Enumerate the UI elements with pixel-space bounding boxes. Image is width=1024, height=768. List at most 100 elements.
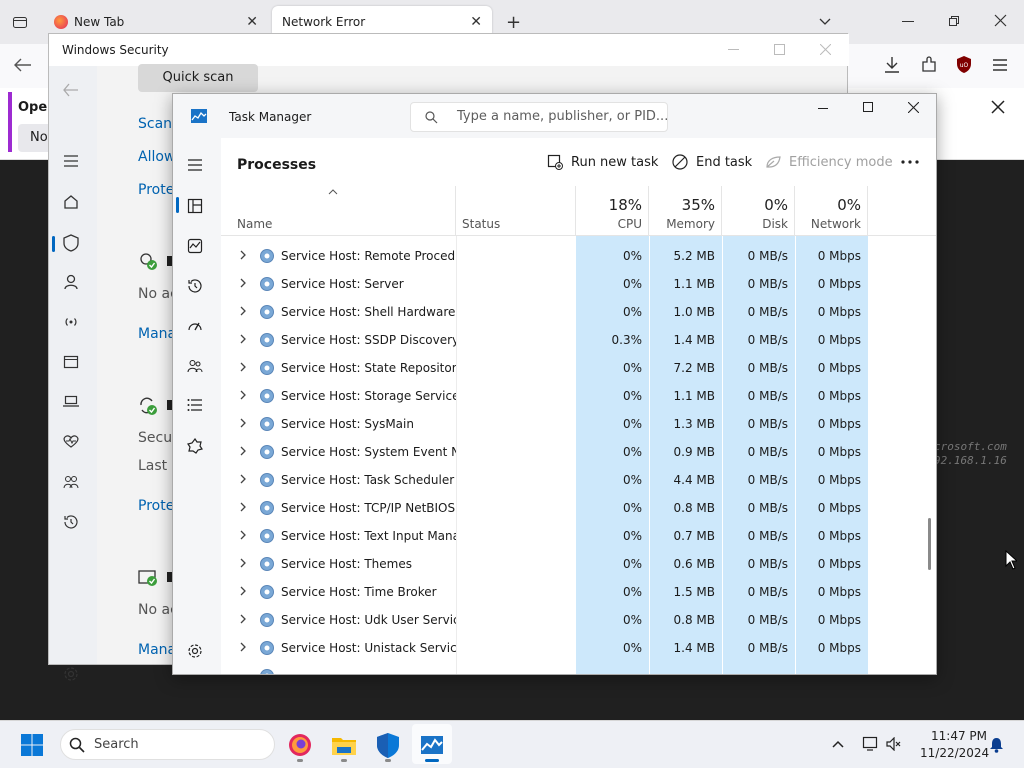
expand-chevron-icon[interactable] (239, 557, 249, 571)
table-row[interactable]: Service Host: Time Broker 0% 1.5 MB 0 MB/s 0… (221, 578, 936, 606)
windows-security-taskbar-icon[interactable] (372, 729, 404, 762)
column-memory[interactable]: 35% Memory (649, 186, 722, 236)
startup-apps-icon[interactable] (187, 318, 207, 338)
table-row[interactable]: Service Host: SSDP Discovery 0.3% 1.4 MB 0 … (221, 326, 936, 354)
column-disk[interactable]: 0% Disk (722, 186, 795, 236)
table-row[interactable] (221, 662, 936, 674)
expand-chevron-icon[interactable] (239, 389, 249, 403)
efficiency-mode-button[interactable]: Efficiency mode (765, 138, 893, 186)
table-row[interactable]: Service Host: Themes 0% 0.6 MB 0 MB/s 0 Mbps (221, 550, 936, 578)
settings-icon[interactable] (63, 666, 83, 686)
column-network[interactable]: 0% Network (795, 186, 868, 236)
clock-time[interactable]: 11:47 PM (931, 729, 987, 743)
expand-chevron-icon[interactable] (239, 417, 249, 431)
tab-list-icon[interactable] (12, 14, 28, 30)
table-row[interactable]: Service Host: Task Scheduler 0% 4.4 MB 0 MB… (221, 466, 936, 494)
manage-ransomware-link[interactable]: Mana (138, 642, 172, 658)
table-row[interactable]: Service Host: TCP/IP NetBIOS ... 0% 0.8 MB… (221, 494, 936, 522)
ublock-icon[interactable]: uO (956, 55, 972, 74)
table-row[interactable]: Service Host: Shell Hardware ... 0% 1.0 MB… (221, 298, 936, 326)
file-explorer-icon[interactable] (328, 729, 360, 762)
end-task-button[interactable]: End task (672, 138, 752, 186)
maximize-icon[interactable] (863, 102, 873, 112)
expand-chevron-icon[interactable] (239, 305, 249, 319)
details-icon[interactable] (187, 398, 207, 418)
close-notification-icon[interactable] (991, 100, 1005, 114)
allowed-threats-link[interactable]: Allow (138, 149, 172, 165)
performance-icon[interactable] (187, 238, 207, 258)
notification-bell-icon[interactable] (989, 737, 1004, 753)
extensions-icon[interactable] (920, 56, 938, 74)
new-tab-icon[interactable]: + (506, 12, 521, 33)
column-status[interactable]: Status (456, 186, 576, 236)
expand-chevron-icon[interactable] (239, 249, 249, 263)
menu-icon[interactable] (63, 154, 83, 174)
close-icon[interactable] (820, 44, 831, 55)
task-manager-taskbar-icon[interactable] (416, 729, 448, 762)
expand-chevron-icon[interactable] (239, 361, 249, 375)
processes-icon[interactable] (187, 198, 207, 218)
expand-chevron-icon[interactable] (239, 641, 249, 655)
home-icon[interactable] (63, 194, 83, 214)
table-row[interactable]: Service Host: Storage Service 0% 1.1 MB 0 M… (221, 382, 936, 410)
chevron-down-icon[interactable] (818, 14, 832, 28)
maximize-icon[interactable] (774, 44, 785, 55)
table-row[interactable]: Service Host: Udk User Service... 0% 0.8 M… (221, 606, 936, 634)
firefox-icon[interactable] (284, 729, 316, 762)
minimize-icon[interactable] (902, 21, 914, 22)
protection-history-link[interactable]: Prote (138, 182, 172, 198)
display-icon[interactable] (862, 736, 880, 752)
expand-chevron-icon[interactable] (239, 333, 249, 347)
volume-muted-icon[interactable] (886, 737, 902, 751)
menu-icon[interactable] (992, 58, 1008, 72)
expand-chevron-icon[interactable] (239, 277, 249, 291)
minimize-icon[interactable] (818, 108, 828, 109)
scan-options-link[interactable]: Scan o (138, 116, 172, 132)
expand-chevron-icon[interactable] (239, 529, 249, 543)
expand-chevron-icon[interactable] (239, 585, 249, 599)
column-cpu[interactable]: 18% CPU (576, 186, 649, 236)
taskbar-search-box[interactable]: Search (60, 729, 275, 760)
protection-updates-link[interactable]: Prote (138, 498, 172, 514)
table-row[interactable]: Service Host: Text Input Mana... 0% 0.7 MB… (221, 522, 936, 550)
wireless-icon[interactable] (63, 314, 83, 334)
person-icon[interactable] (63, 274, 83, 294)
start-icon[interactable] (16, 729, 48, 761)
back-icon[interactable] (63, 82, 83, 102)
close-icon[interactable] (908, 102, 919, 113)
family-icon[interactable] (63, 474, 83, 494)
download-icon[interactable] (884, 56, 900, 74)
users-icon[interactable] (187, 358, 207, 378)
menu-icon[interactable] (187, 158, 207, 178)
expand-chevron-icon[interactable] (239, 501, 249, 515)
close-tab-icon[interactable]: ✕ (246, 14, 258, 30)
health-icon[interactable] (63, 434, 83, 454)
chevron-up-icon[interactable] (832, 740, 844, 748)
table-row[interactable]: Service Host: Unistack Service ... 0% 1.4 … (221, 634, 936, 662)
expand-chevron-icon[interactable] (239, 473, 249, 487)
quick-scan-button[interactable]: Quick scan (138, 64, 258, 92)
history-icon[interactable] (63, 514, 83, 534)
search-box[interactable]: Type a name, publisher, or PID... (410, 102, 668, 132)
table-row[interactable]: Service Host: System Event No... 0% 0.9 MB… (221, 438, 936, 466)
column-name[interactable]: Name (221, 186, 456, 236)
more-options-icon[interactable] (901, 160, 919, 164)
table-row[interactable]: Service Host: Server 0% 1.1 MB 0 MB/s 0 Mbps (221, 270, 936, 298)
clock-date[interactable]: 11/22/2024 (920, 746, 989, 760)
settings-icon[interactable] (187, 643, 207, 663)
expand-chevron-icon[interactable] (239, 445, 249, 459)
table-row[interactable]: Service Host: Remote Procedu... 0% 5.2 MB 0… (221, 242, 936, 270)
shield-icon[interactable] (63, 234, 83, 254)
laptop-icon[interactable] (63, 394, 83, 414)
close-icon[interactable] (994, 14, 1007, 27)
minimize-icon[interactable] (728, 49, 739, 50)
services-icon[interactable] (187, 438, 207, 458)
close-tab-icon[interactable]: ✕ (470, 14, 482, 30)
expand-chevron-icon[interactable] (239, 613, 249, 627)
scrollbar-thumb[interactable] (928, 518, 931, 570)
restore-icon[interactable] (948, 15, 960, 27)
back-icon[interactable] (14, 58, 32, 72)
run-new-task-button[interactable]: Run new task (547, 138, 658, 186)
table-row[interactable]: Service Host: State Repository ... 0% 7.2 … (221, 354, 936, 382)
app-history-icon[interactable] (187, 278, 207, 298)
